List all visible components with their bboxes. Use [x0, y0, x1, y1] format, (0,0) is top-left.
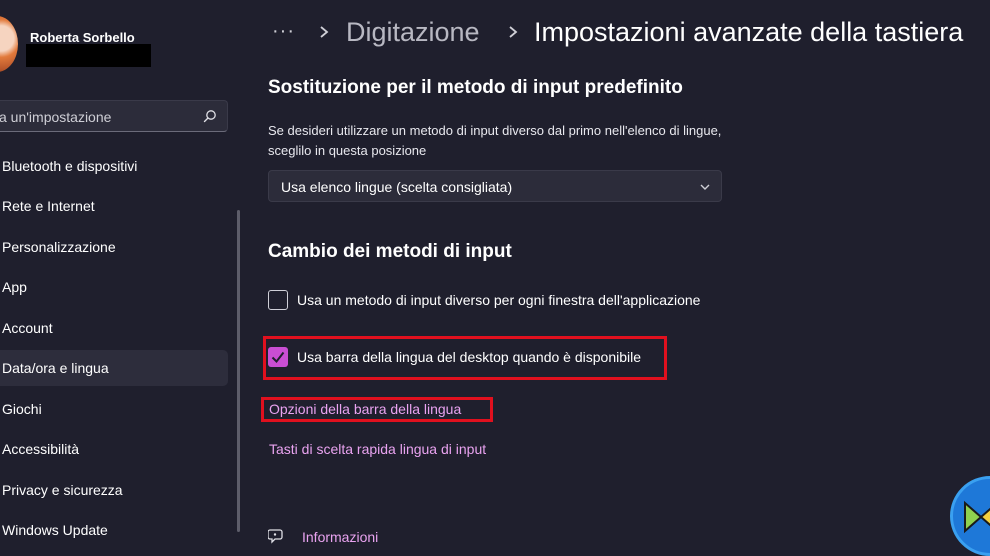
section-title-switching: Cambio dei metodi di input — [268, 241, 512, 262]
search-icon[interactable] — [203, 109, 217, 123]
highlight-box-checkbox — [263, 336, 667, 380]
highlight-box-link — [261, 397, 493, 422]
override-description: Se desideri utilizzare un metodo di inpu… — [268, 123, 722, 158]
per-window-input-label[interactable]: Usa un metodo di input diverso per ogni … — [297, 292, 700, 308]
sidebar-item-apps[interactable]: App — [0, 269, 228, 305]
info-link[interactable]: Informazioni — [302, 529, 378, 545]
chevron-down-icon — [700, 184, 710, 190]
input-hotkeys-link[interactable]: Tasti di scelta rapida lingua di input — [269, 441, 486, 457]
chevron-right-icon — [509, 26, 518, 38]
breadcrumb-digitazione[interactable]: Digitazione — [346, 17, 480, 48]
sidebar-scrollbar[interactable] — [237, 210, 240, 532]
input-method-dropdown[interactable]: Usa elenco lingue (scelta consigliata) — [268, 170, 722, 202]
search-input-text: a un'impostazione — [0, 109, 112, 125]
sidebar-item-accessibility[interactable]: Accessibilità — [0, 431, 228, 467]
search-input[interactable]: a un'impostazione — [0, 100, 228, 132]
sidebar-item-windows-update[interactable]: Windows Update — [0, 512, 228, 548]
breadcrumb-overflow-button[interactable]: ··· — [272, 20, 295, 43]
sidebar-item-gaming[interactable]: Giochi — [0, 391, 228, 427]
logo-icon — [964, 500, 990, 534]
chevron-right-icon — [320, 26, 329, 38]
per-window-input-checkbox[interactable] — [268, 290, 288, 310]
sidebar-item-personalization[interactable]: Personalizzazione — [0, 229, 228, 265]
user-email-redacted — [26, 44, 151, 67]
sidebar-item-network[interactable]: Rete e Internet — [0, 188, 228, 224]
section-title-override: Sostituzione per il metodo di input pred… — [268, 77, 683, 98]
avatar[interactable] — [0, 16, 18, 72]
user-name: Roberta Sorbello — [30, 30, 135, 45]
sidebar: Roberta Sorbello a un'impostazione Bluet… — [0, 0, 245, 556]
help-chat-icon — [268, 529, 283, 544]
sidebar-item-bluetooth[interactable]: Bluetooth e dispositivi — [0, 148, 228, 184]
sidebar-item-time-language[interactable]: Data/ora e lingua — [0, 350, 228, 386]
page-title: Impostazioni avanzate della tastiera — [534, 17, 964, 47]
overlay-logo-badge — [950, 476, 990, 556]
dropdown-selected-value: Usa elenco lingue (scelta consigliata) — [281, 179, 513, 195]
sidebar-item-accounts[interactable]: Account — [0, 310, 228, 346]
sidebar-item-privacy[interactable]: Privacy e sicurezza — [0, 472, 228, 508]
